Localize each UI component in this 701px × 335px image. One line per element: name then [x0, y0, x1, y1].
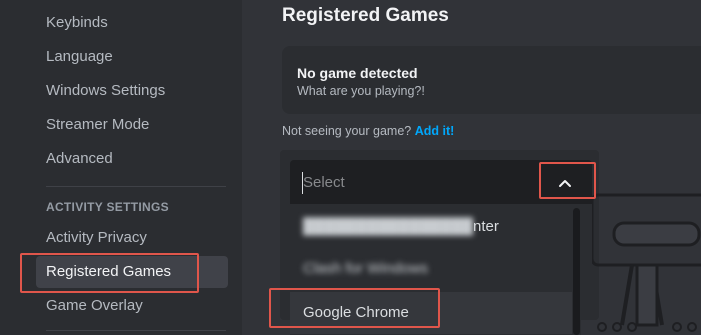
sidebar-item-game-overlay[interactable]: Game Overlay: [36, 290, 228, 322]
sidebar-divider: [46, 186, 226, 187]
sidebar-item-registered-games[interactable]: Registered Games: [36, 256, 228, 288]
main-content: Registered Games No game detected What a…: [242, 0, 701, 335]
not-seeing-label: Not seeing your game?: [282, 124, 412, 138]
section-header-activity-settings: ACTIVITY SETTINGS: [46, 200, 169, 214]
sidebar-item-keybinds[interactable]: Keybinds: [36, 7, 228, 39]
select-option[interactable]: ████████████████nter: [290, 206, 572, 248]
select-placeholder: Select: [303, 174, 345, 191]
sidebar-divider: [46, 330, 226, 331]
select-options-list: ████████████████nter Clash for Windows G…: [290, 204, 572, 335]
not-seeing-game-text: Not seeing your game? Add it!: [282, 124, 454, 138]
detect-card-title: No game detected: [297, 65, 418, 81]
option-label: nter: [473, 218, 499, 235]
add-it-link[interactable]: Add it!: [415, 124, 455, 138]
select-option[interactable]: Clash for Windows: [290, 248, 572, 290]
sidebar-item-streamer-mode[interactable]: Streamer Mode: [36, 109, 228, 141]
dropdown-toggle-button[interactable]: [548, 166, 582, 200]
obscured-label: ████████████████: [303, 218, 474, 235]
sidebar-item-language[interactable]: Language: [36, 41, 228, 73]
sidebar-item-activity-privacy[interactable]: Activity Privacy: [36, 222, 228, 254]
sidebar-item-advanced[interactable]: Advanced: [36, 143, 228, 175]
page-title: Registered Games: [282, 5, 449, 26]
no-game-detected-card: No game detected What are you playing?!: [282, 46, 701, 114]
select-option-google-chrome[interactable]: Google Chrome: [290, 292, 572, 334]
settings-sidebar: Keybinds Language Windows Settings Strea…: [0, 0, 242, 335]
option-label: Clash for Windows: [303, 260, 429, 277]
options-scrollbar-thumb[interactable]: [573, 208, 580, 335]
sidebar-item-windows-settings[interactable]: Windows Settings: [36, 75, 228, 107]
game-select[interactable]: Select: [290, 160, 592, 204]
controller-illustration-icon: [592, 193, 701, 332]
option-label: Google Chrome: [303, 304, 409, 321]
detect-card-subtitle: What are you playing?!: [297, 84, 425, 98]
chevron-up-icon: [559, 180, 571, 187]
